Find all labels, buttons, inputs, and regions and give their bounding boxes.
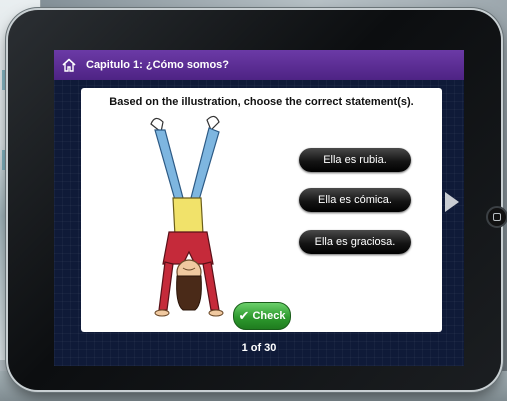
app-screen: Capitulo 1: ¿Cómo somos? Based on the il…: [54, 50, 464, 366]
home-icon[interactable]: [60, 56, 78, 74]
question-prompt: Based on the illustration, choose the co…: [109, 96, 414, 108]
option-button-3[interactable]: Ella es graciosa.: [299, 230, 411, 254]
handstand-girl-illustration: [150, 115, 224, 317]
checkmark-icon: ✔: [238, 308, 250, 323]
check-button-label: Check: [252, 310, 286, 322]
option-button-1[interactable]: Ella es rubia.: [299, 148, 411, 172]
tablet-home-button[interactable]: [486, 206, 507, 228]
title-bar: Capitulo 1: ¿Cómo somos?: [54, 50, 464, 80]
next-arrow-icon[interactable]: [445, 192, 459, 212]
page-title: Capitulo 1: ¿Cómo somos?: [86, 59, 229, 71]
question-card: Based on the illustration, choose the co…: [81, 88, 442, 332]
option-button-2[interactable]: Ella es cómica.: [299, 188, 411, 212]
question-counter: 1 of 30: [241, 342, 277, 354]
check-button[interactable]: ✔ Check: [233, 302, 291, 330]
